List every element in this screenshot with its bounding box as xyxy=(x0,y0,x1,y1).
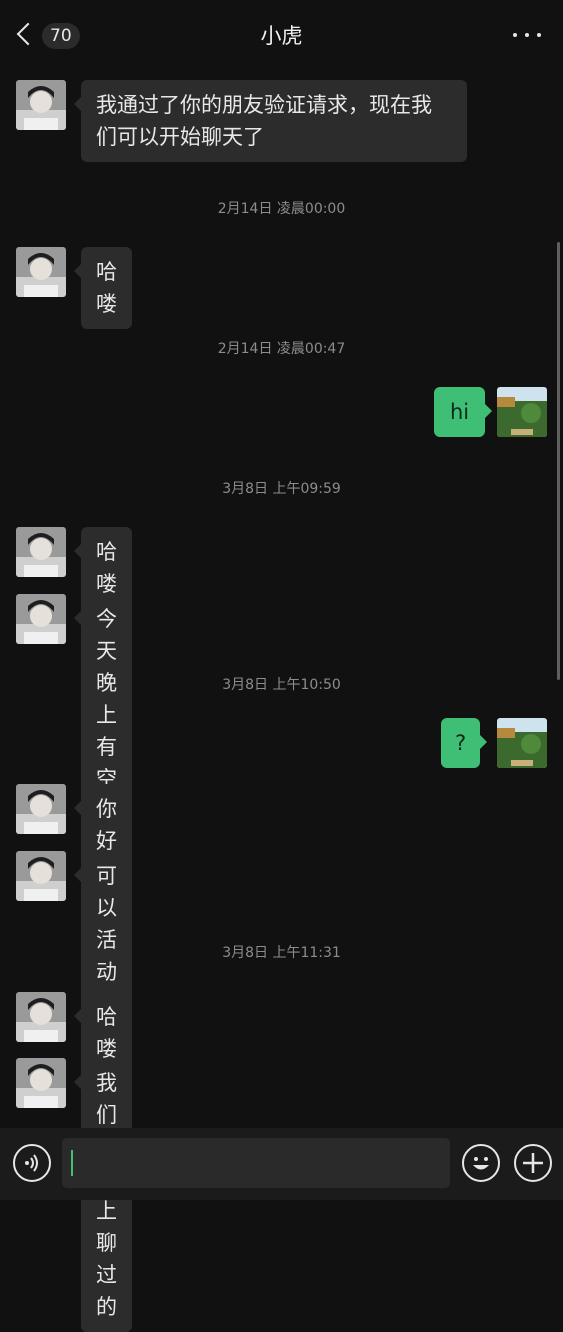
contact-avatar[interactable] xyxy=(16,80,66,130)
timestamp: 3月8日 上午10:50 xyxy=(222,677,341,693)
voice-button[interactable] xyxy=(13,1144,51,1182)
plus-icon xyxy=(523,1153,543,1173)
contact-avatar[interactable] xyxy=(16,1058,66,1108)
input-bar xyxy=(0,1128,563,1200)
contact-avatar[interactable] xyxy=(16,992,66,1042)
emoji-button[interactable] xyxy=(462,1144,500,1182)
more-icon xyxy=(513,33,517,37)
timestamp: 2月14日 凌晨00:00 xyxy=(217,201,346,217)
message-input[interactable] xyxy=(62,1138,450,1188)
self-avatar[interactable] xyxy=(497,387,547,437)
contact-avatar[interactable] xyxy=(16,527,66,577)
more-icon xyxy=(537,33,541,37)
emoji-icon xyxy=(473,1157,489,1170)
self-avatar[interactable] xyxy=(497,718,547,768)
contact-avatar[interactable] xyxy=(16,247,66,297)
message-bubble[interactable]: 哈喽 xyxy=(74,247,132,329)
more-button[interactable] xyxy=(513,24,541,44)
voice-icon xyxy=(25,1154,38,1172)
text-caret xyxy=(71,1150,73,1176)
scrollbar[interactable] xyxy=(557,242,560,680)
chat-title: 小虎 xyxy=(260,24,303,48)
message-bubble[interactable]: 我通过了你的朋友验证请求，现在我们可以开始聊天了 xyxy=(74,80,467,162)
timestamp: 3月8日 上午09:59 xyxy=(222,481,341,497)
timestamp: 2月14日 凌晨00:47 xyxy=(217,341,346,357)
contact-avatar[interactable] xyxy=(16,784,66,834)
contact-avatar[interactable] xyxy=(16,594,66,644)
plus-button[interactable] xyxy=(514,1144,552,1182)
message-bubble-self[interactable]: ? xyxy=(441,718,488,768)
contact-avatar[interactable] xyxy=(16,851,66,901)
message-bubble-self[interactable]: hi xyxy=(434,387,493,437)
timestamp: 3月8日 上午11:31 xyxy=(222,945,341,961)
top-bar: 70 小虎 xyxy=(0,0,563,72)
more-icon xyxy=(525,33,529,37)
